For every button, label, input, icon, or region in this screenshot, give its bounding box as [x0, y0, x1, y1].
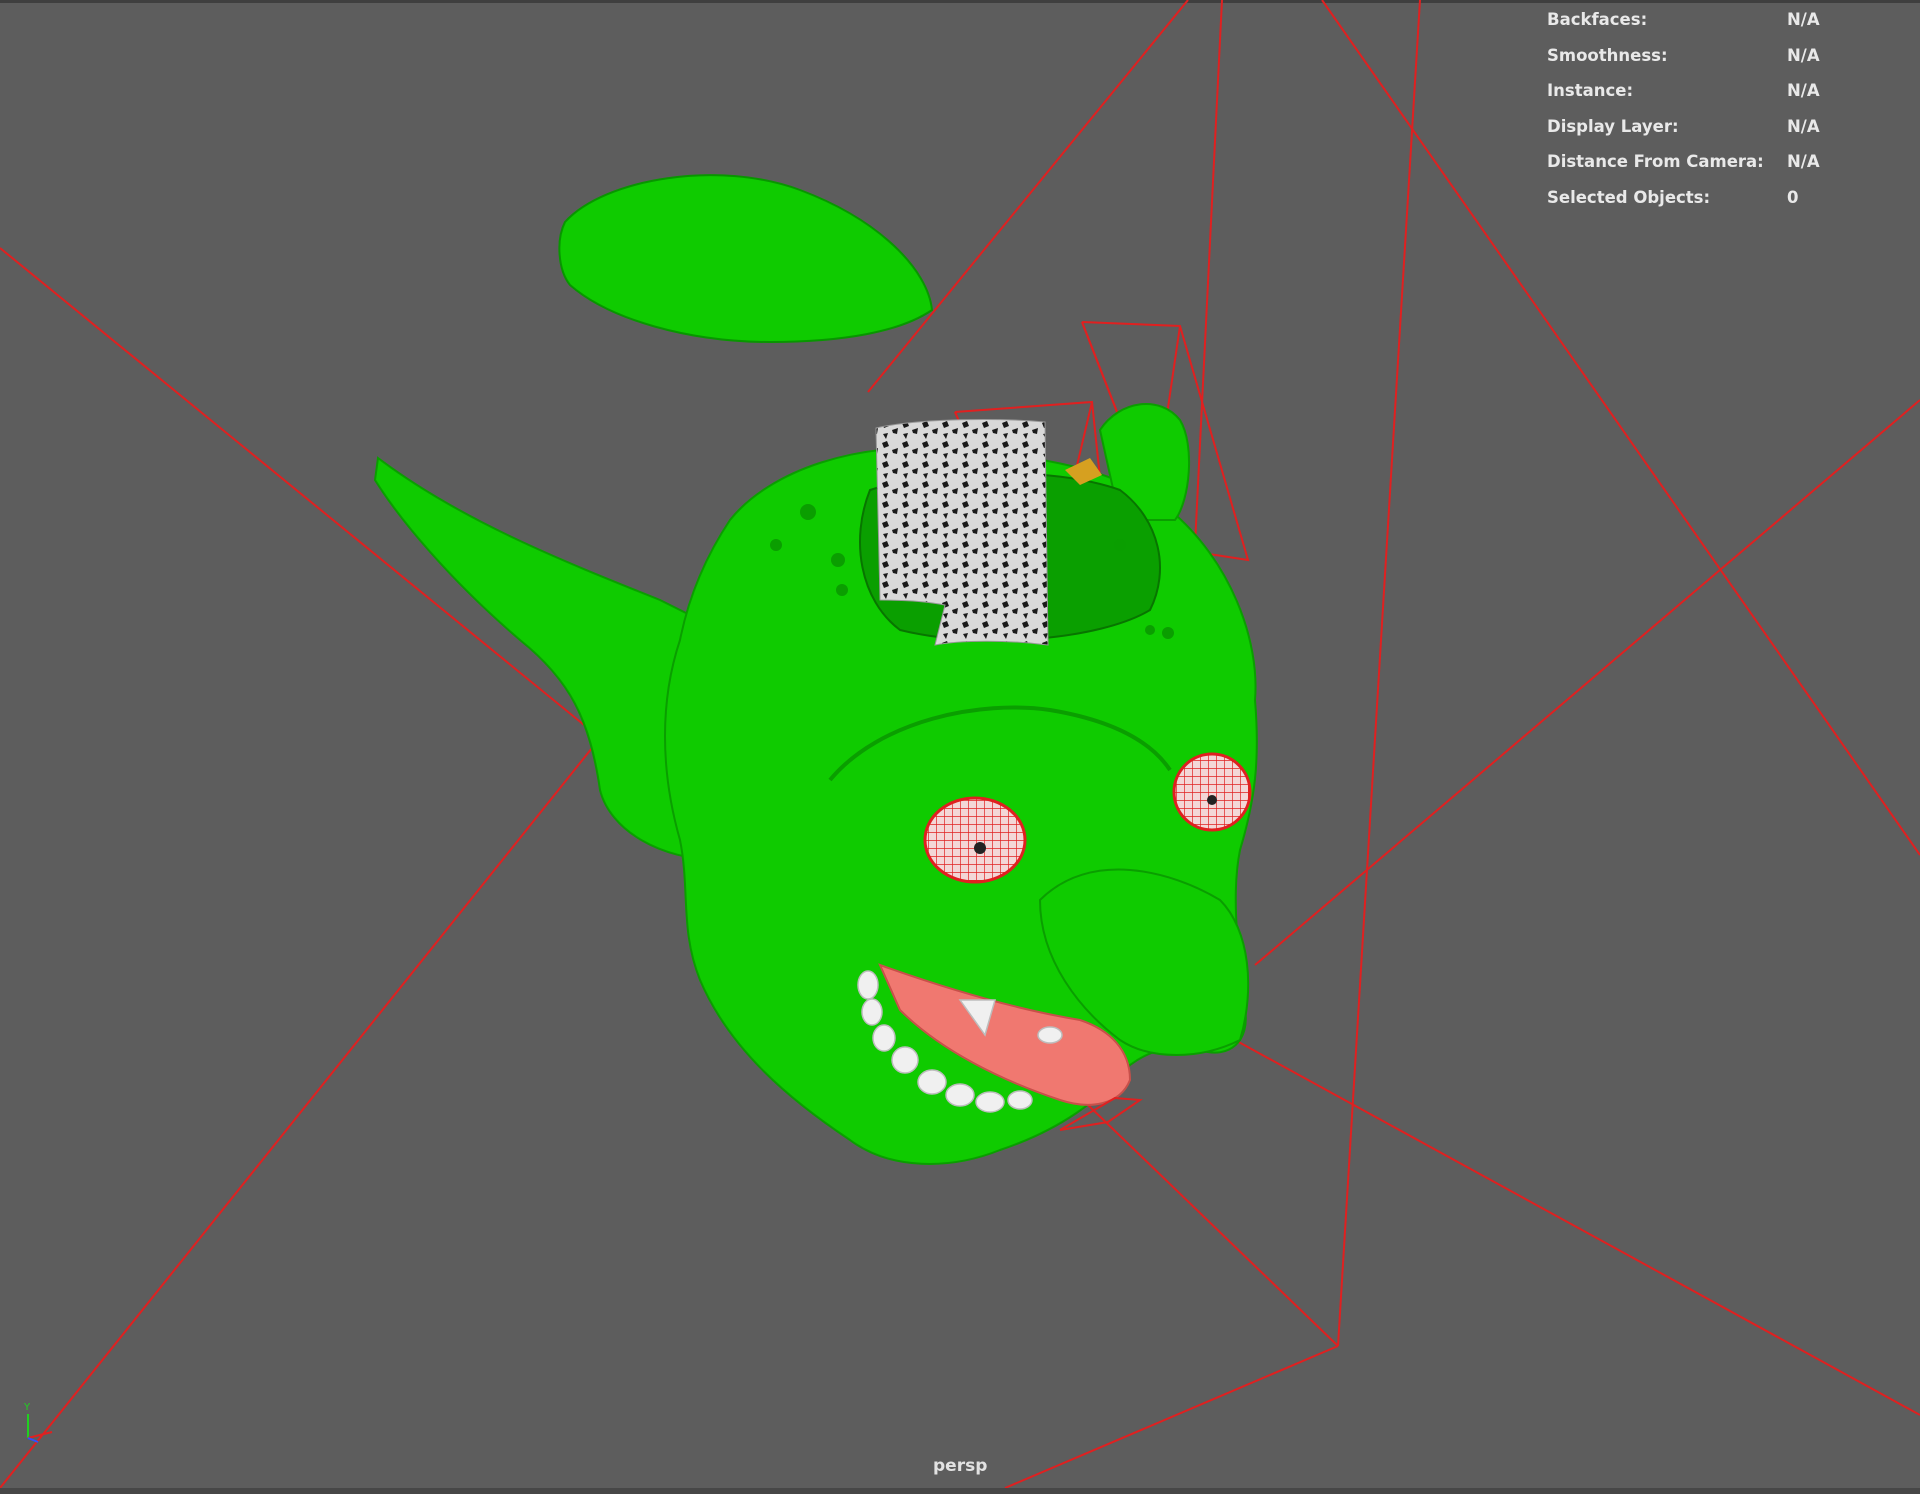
- hud-row-distance-from-camera: Distance From Camera: N/A: [1547, 152, 1887, 188]
- hud-value: N/A: [1787, 152, 1820, 171]
- hud-row-selected-objects: Selected Objects: 0: [1547, 188, 1887, 224]
- hud-row-smoothness: Smoothness: N/A: [1547, 46, 1887, 82]
- viewport-persp[interactable]: Backfaces: N/A Smoothness: N/A Instance:…: [0, 0, 1920, 1494]
- axis-gizmo-icon: Y: [23, 1402, 53, 1443]
- floating-head-cap[interactable]: [558, 174, 934, 344]
- hud-label: Display Layer:: [1547, 116, 1679, 136]
- hud-label: Distance From Camera:: [1547, 152, 1764, 171]
- hud-label: Backfaces:: [1547, 10, 1648, 29]
- hud-info-panel: Backfaces: N/A Smoothness: N/A Instance:…: [1547, 10, 1887, 223]
- hud-label: Selected Objects:: [1547, 187, 1711, 207]
- hud-row-instance: Instance: N/A: [1547, 81, 1887, 117]
- hud-value: N/A: [1787, 10, 1820, 29]
- camera-name-label: persp: [933, 1456, 988, 1476]
- hud-row-display-layer: Display Layer: N/A: [1547, 117, 1887, 153]
- scene-canvas[interactable]: [0, 0, 1920, 1494]
- hud-row-backfaces: Backfaces: N/A: [1547, 10, 1887, 46]
- axis-y-label: Y: [23, 1402, 31, 1413]
- right-eye[interactable]: [1172, 752, 1252, 832]
- hud-value: N/A: [1787, 45, 1820, 65]
- hud-value: N/A: [1787, 116, 1820, 136]
- viewport-bottom-border: [0, 1488, 1920, 1494]
- hud-label: Instance:: [1547, 81, 1634, 100]
- hud-value: 0: [1787, 187, 1799, 207]
- hud-value: N/A: [1787, 81, 1820, 100]
- left-eye[interactable]: [923, 796, 1027, 884]
- hud-label: Smoothness:: [1547, 45, 1668, 65]
